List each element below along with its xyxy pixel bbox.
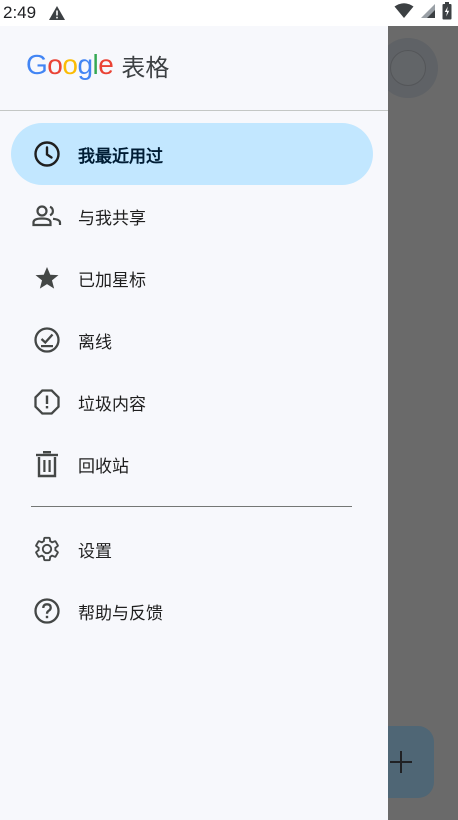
nav-item-label: 与我共享 [78,208,146,229]
google-logo-letter: G [26,49,48,80]
cellular-signal-icon [420,3,436,23]
google-logo-letter: o [47,49,63,80]
trash-icon [32,449,62,479]
google-logo-letter: e [98,49,114,80]
primary-nav: 我最近用过 与我共享 已加星标 离线 垃圾内容 回收站 [0,123,388,495]
secondary-nav: 设置 帮助与反馈 [0,518,388,642]
nav-item-settings[interactable]: 设置 [0,518,388,580]
nav-item-label: 离线 [78,332,112,353]
status-time: 2:49 [3,3,37,22]
app-name: 表格 [121,53,170,82]
app-brand: Google 表格 [26,48,169,82]
google-logo: Google [26,49,114,81]
offline-icon [32,325,62,355]
wifi-icon [394,3,414,23]
drawer-scrim[interactable] [388,26,458,820]
navigation-drawer: Google 表格 我最近用过 与我共享 已加星标 离线 垃圾内容 回收站 设置… [0,26,388,820]
nav-item-starred[interactable]: 已加星标 [0,247,388,309]
nav-item-label: 回收站 [78,456,129,477]
star-icon [32,263,62,293]
google-logo-letter: g [77,49,93,80]
header-divider [0,110,388,111]
nav-item-help[interactable]: 帮助与反馈 [0,580,388,642]
status-bar: 2:49 [0,0,458,26]
google-logo-letter: o [62,49,78,80]
nav-item-label: 帮助与反馈 [78,603,163,624]
plus-icon [390,751,412,773]
nav-item-recent[interactable]: 我最近用过 [0,123,388,185]
nav-divider [31,506,352,507]
nav-item-offline[interactable]: 离线 [0,309,388,371]
battery-icon [442,2,452,24]
nav-item-label: 设置 [78,541,112,562]
warning-icon [48,5,66,21]
people-icon [32,201,62,231]
nav-item-label: 垃圾内容 [78,394,146,415]
nav-item-trash[interactable]: 回收站 [0,433,388,495]
clock-icon [32,139,62,169]
gear-icon [32,534,62,564]
help-icon [32,596,62,626]
nav-item-label: 我最近用过 [78,146,163,167]
nav-item-spam[interactable]: 垃圾内容 [0,371,388,433]
nav-item-shared[interactable]: 与我共享 [0,185,388,247]
spam-icon [32,387,62,417]
nav-item-label: 已加星标 [78,270,146,291]
